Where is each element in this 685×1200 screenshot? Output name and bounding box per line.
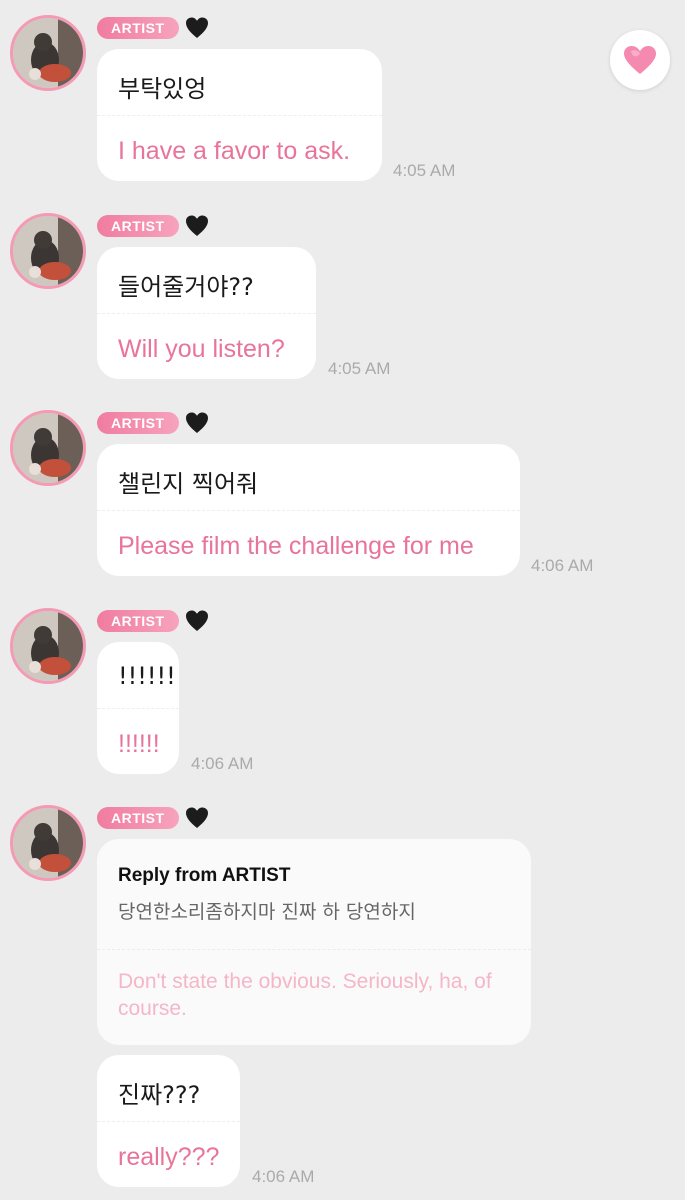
korean-text: 진짜??? [118, 1081, 201, 1109]
artist-badge: ARTIST [97, 807, 179, 829]
artist-badge: ARTIST [97, 610, 179, 632]
message-bubble[interactable]: 부탁있엉 I have a favor to ask. [97, 49, 382, 181]
black-heart-icon [185, 610, 208, 631]
timestamp: 4:05 AM [393, 161, 456, 180]
artist-badge: ARTIST [97, 17, 179, 39]
message-bubble[interactable]: !!!!!! !!!!!! [97, 642, 179, 774]
timestamp: 4:06 AM [531, 556, 594, 575]
artist-badge: ARTIST [97, 412, 179, 434]
english-translation: really??? [118, 1143, 220, 1171]
sender-row: ARTIST [97, 213, 209, 239]
avatar[interactable] [10, 15, 86, 91]
avatar[interactable] [10, 805, 86, 881]
sender-row: ARTIST [97, 608, 209, 634]
sender-row: ARTIST [97, 410, 209, 436]
artist-badge: ARTIST [97, 215, 179, 237]
sender-row: ARTIST [97, 15, 209, 41]
message-bubble[interactable]: 진짜??? really??? [97, 1055, 240, 1187]
reply-korean-text: 당연한소리좀하지마 진짜 하 당연하지 [118, 901, 416, 923]
message-bubble[interactable]: 챌린지 찍어줘 Please film the challenge for me [97, 444, 520, 576]
avatar[interactable] [10, 608, 86, 684]
heart-reaction-button[interactable] [610, 30, 670, 90]
reply-bubble[interactable]: Reply from ARTIST 당연한소리좀하지마 진짜 하 당연하지 Do… [97, 839, 531, 1045]
korean-text: 부탁있엉 [118, 75, 207, 103]
timestamp: 4:06 AM [252, 1167, 315, 1186]
black-heart-icon [185, 412, 208, 433]
timestamp: 4:05 AM [328, 359, 391, 378]
korean-text: 들어줄거야?? [118, 273, 254, 301]
english-translation: Please film the challenge for me [118, 532, 474, 560]
korean-text: 챌린지 찍어줘 [118, 470, 259, 498]
sender-row: ARTIST [97, 805, 209, 831]
chat-screen: ARTIST 부탁있엉 I have a favor to ask. 4:05 … [0, 0, 685, 1200]
korean-text: !!!!!! [118, 662, 176, 690]
black-heart-icon [185, 215, 208, 236]
avatar[interactable] [10, 213, 86, 289]
english-translation: !!!!!! [118, 730, 160, 758]
black-heart-icon [185, 807, 208, 828]
timestamp: 4:06 AM [191, 754, 254, 773]
heart-icon [624, 46, 656, 74]
message-bubble[interactable]: 들어줄거야?? Will you listen? [97, 247, 316, 379]
avatar[interactable] [10, 410, 86, 486]
english-translation: Will you listen? [118, 335, 285, 363]
english-translation: I have a favor to ask. [118, 137, 351, 165]
reply-english-translation: Don't state the obvious. Seriously, ha, … [118, 970, 492, 1020]
reply-title: Reply from ARTIST [118, 865, 291, 886]
black-heart-icon [185, 17, 208, 38]
